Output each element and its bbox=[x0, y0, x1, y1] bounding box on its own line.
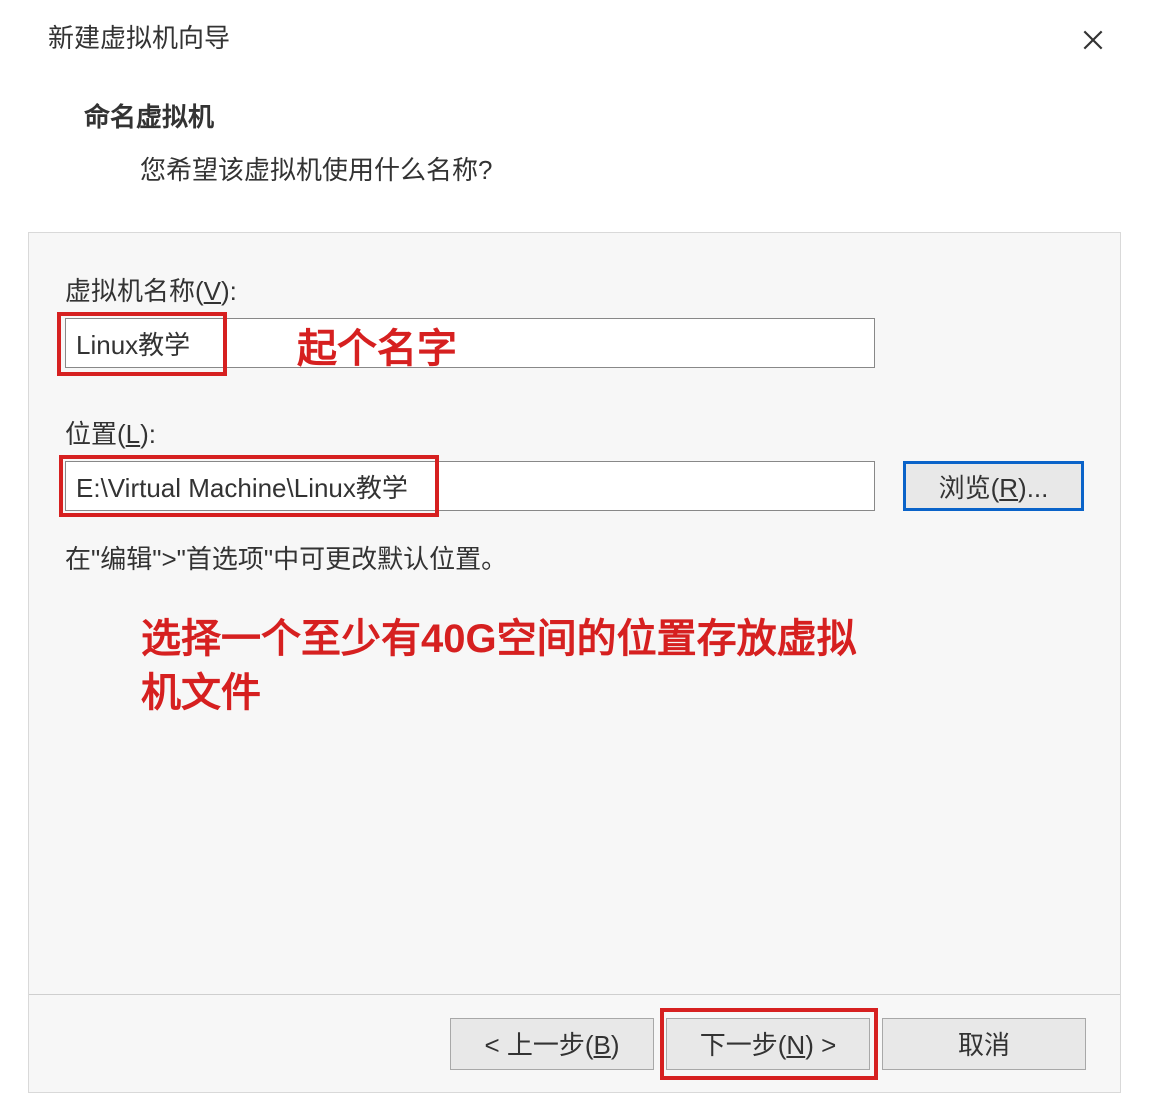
button-accel: N bbox=[786, 1030, 805, 1060]
label-text: 虚拟机名称( bbox=[65, 276, 204, 306]
label-text: 位置( bbox=[65, 419, 126, 449]
button-label: 浏览( bbox=[939, 473, 1000, 503]
button-label: < 上一步( bbox=[484, 1030, 593, 1060]
vm-name-input[interactable] bbox=[65, 318, 875, 368]
vm-location-label: 位置(L): bbox=[65, 414, 1084, 451]
vm-location-row: 浏览(R)... bbox=[65, 461, 1084, 511]
dialog-body: 虚拟机名称(V): 起个名字 位置(L): 浏览(R)... 在"编辑">"首选… bbox=[28, 232, 1121, 1093]
button-accel: R bbox=[999, 473, 1018, 503]
close-icon bbox=[1080, 27, 1106, 53]
close-button[interactable] bbox=[1075, 22, 1111, 58]
button-label: )... bbox=[1018, 473, 1048, 503]
step-description: 您希望该虚拟机使用什么名称? bbox=[140, 150, 1119, 187]
next-button-wrap: 下一步(N) > bbox=[666, 1018, 870, 1070]
back-button[interactable]: < 上一步(B) bbox=[450, 1018, 654, 1070]
button-label: ) > bbox=[805, 1030, 836, 1060]
step-title: 命名虚拟机 bbox=[84, 97, 1119, 134]
vm-name-label: 虚拟机名称(V): bbox=[65, 271, 1084, 308]
cancel-button[interactable]: 取消 bbox=[882, 1018, 1086, 1070]
label-text: ): bbox=[140, 419, 156, 449]
browse-button[interactable]: 浏览(R)... bbox=[903, 461, 1084, 511]
button-label: 下一步( bbox=[700, 1030, 787, 1060]
vm-wizard-dialog: 新建虚拟机向导 命名虚拟机 您希望该虚拟机使用什么名称? 虚拟机名称(V): 起… bbox=[0, 0, 1149, 1101]
next-button[interactable]: 下一步(N) > bbox=[666, 1018, 870, 1070]
annotation-location-hint: 选择一个至少有40G空间的位置存放虚拟机文件 bbox=[141, 612, 861, 720]
default-location-hint: 在"编辑">"首选项"中可更改默认位置。 bbox=[65, 539, 1084, 576]
label-text: ): bbox=[221, 276, 237, 306]
vm-location-field-wrap bbox=[65, 461, 875, 511]
vm-location-input[interactable] bbox=[65, 461, 875, 511]
button-accel: B bbox=[594, 1030, 611, 1060]
label-accel: L bbox=[126, 419, 140, 449]
dialog-header: 新建虚拟机向导 命名虚拟机 您希望该虚拟机使用什么名称? bbox=[0, 0, 1149, 230]
button-label: ) bbox=[611, 1030, 620, 1060]
dialog-footer: < 上一步(B) 下一步(N) > 取消 bbox=[29, 994, 1120, 1092]
label-accel: V bbox=[204, 276, 221, 306]
dialog-title: 新建虚拟机向导 bbox=[48, 18, 1119, 55]
vm-name-field-wrap: 起个名字 bbox=[65, 318, 1084, 368]
